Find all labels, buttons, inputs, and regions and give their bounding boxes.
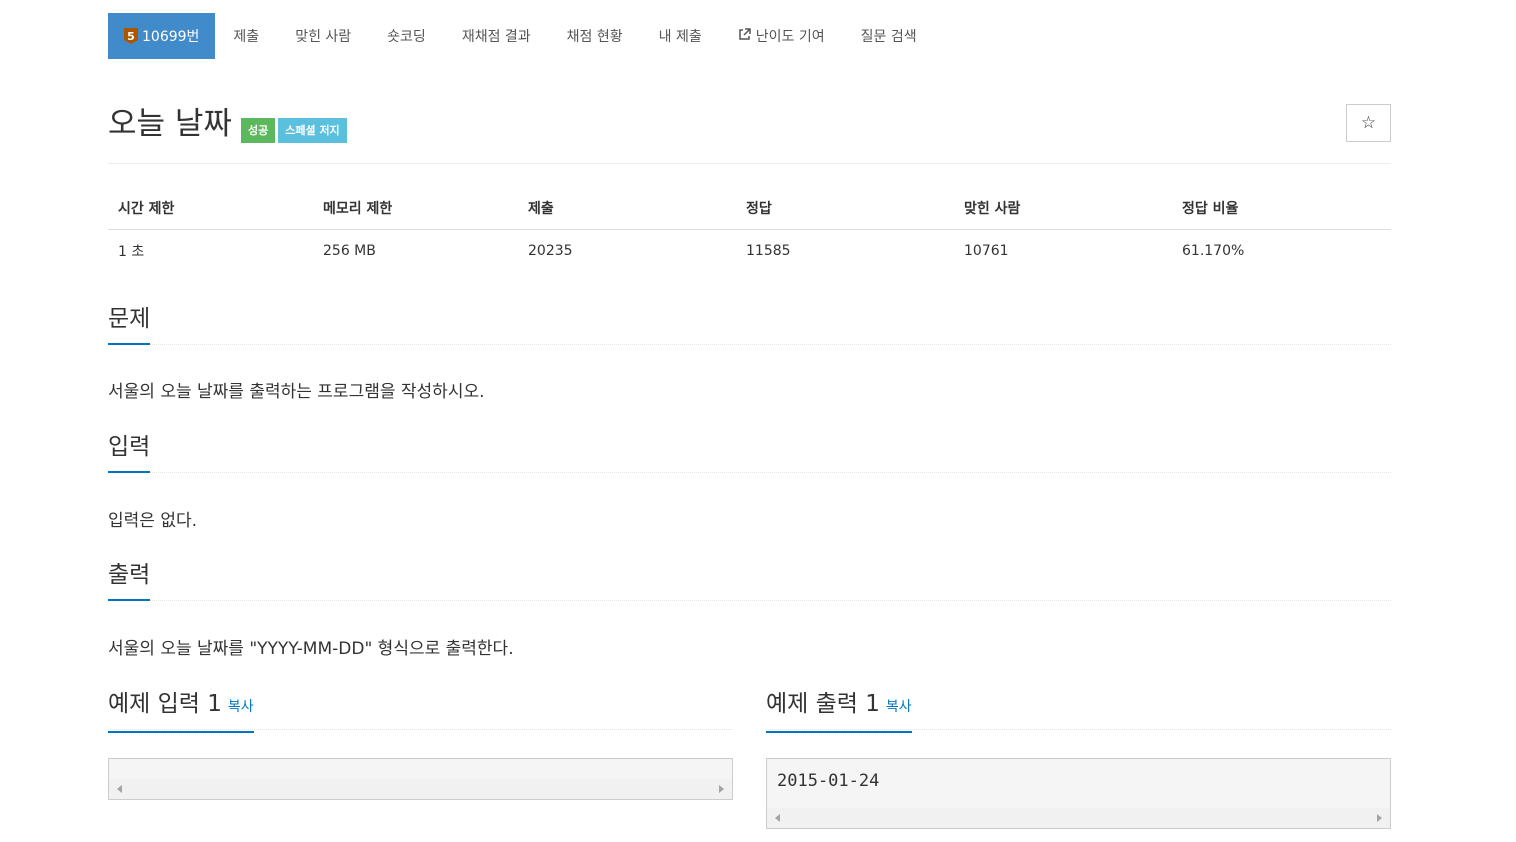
header-memory-limit: 메모리 제한 bbox=[313, 188, 518, 230]
problem-section-header: 문제 bbox=[108, 304, 1391, 345]
sample-input-box[interactable] bbox=[108, 758, 733, 800]
bronze-tier-icon: 5 bbox=[124, 28, 138, 44]
scroll-right-icon[interactable] bbox=[719, 785, 724, 793]
problem-number-label: 10699번 bbox=[142, 29, 200, 45]
problem-section-title: 문제 bbox=[108, 304, 151, 345]
value-time-limit: 1 초 bbox=[118, 244, 145, 260]
header-time-limit: 시간 제한 bbox=[108, 188, 313, 230]
sample-input-title: 예제 입력 1 복사 bbox=[108, 689, 254, 733]
copy-sample-output-button[interactable]: 복사 bbox=[886, 699, 912, 715]
nav-rejudge-results-label: 재채점 결과 bbox=[461, 29, 531, 45]
nav-short-coding[interactable]: 숏코딩 bbox=[369, 13, 444, 59]
nav-question-search[interactable]: 질문 검색 bbox=[843, 13, 935, 59]
scroll-left-icon[interactable] bbox=[775, 814, 780, 822]
value-solved-users: 10761 bbox=[964, 243, 1009, 259]
sample-output-header: 예제 출력 1 복사 bbox=[766, 689, 1391, 733]
star-icon: ☆ bbox=[1360, 113, 1377, 133]
problem-info-table: 시간 제한 메모리 제한 제출 정답 맞힌 사람 정답 비율 1 초 256 M… bbox=[108, 188, 1391, 272]
problem-description: 서울의 오늘 날짜를 출력하는 프로그램을 작성하시오. bbox=[108, 382, 485, 402]
nav-problem-number[interactable]: 5 10699번 bbox=[108, 13, 216, 59]
nav-difficulty-contribution-label: 난이도 기여 bbox=[755, 29, 825, 45]
info-header-row: 시간 제한 메모리 제한 제출 정답 맞힌 사람 정답 비율 bbox=[108, 188, 1391, 230]
problem-nav: 5 10699번 제출 맞힌 사람 숏코딩 재채점 결과 채점 현황 내 제출 … bbox=[108, 13, 935, 59]
nav-rejudge-results[interactable]: 재채점 결과 bbox=[444, 13, 549, 59]
header-submissions: 제출 bbox=[518, 188, 736, 230]
sample-output-content: 2015-01-24 bbox=[777, 771, 880, 791]
problem-labels: 성공 스페셜 저지 bbox=[241, 118, 347, 143]
scroll-right-icon[interactable] bbox=[1377, 814, 1382, 822]
sample-output-title-text: 예제 출력 1 bbox=[766, 691, 880, 717]
output-section-title: 출력 bbox=[108, 560, 151, 601]
output-description: 서울의 오늘 날짜를 "YYYY-MM-DD" 형식으로 출력한다. bbox=[108, 639, 514, 659]
value-accepted: 11585 bbox=[746, 243, 791, 259]
nav-question-search-label: 질문 검색 bbox=[860, 29, 917, 45]
nav-short-coding-label: 숏코딩 bbox=[387, 29, 426, 45]
header-accept-ratio: 정답 비율 bbox=[1172, 188, 1391, 230]
nav-judge-status[interactable]: 채점 현황 bbox=[549, 13, 641, 59]
sample-output-scrollbar[interactable] bbox=[767, 808, 1390, 828]
nav-my-submissions-label: 내 제출 bbox=[658, 29, 702, 45]
value-submissions: 20235 bbox=[528, 243, 573, 259]
value-memory-limit: 256 MB bbox=[323, 243, 376, 259]
nav-judge-status-label: 채점 현황 bbox=[566, 29, 623, 45]
input-description: 입력은 없다. bbox=[108, 511, 198, 531]
input-section-title: 입력 bbox=[108, 432, 151, 473]
problem-title: 오늘 날짜 bbox=[108, 106, 232, 142]
nav-solved-users-label: 맞힌 사람 bbox=[295, 29, 352, 45]
nav-submit[interactable]: 제출 bbox=[215, 13, 277, 59]
nav-my-submissions[interactable]: 내 제출 bbox=[641, 13, 720, 59]
sample-output-box[interactable]: 2015-01-24 bbox=[766, 758, 1391, 829]
value-accept-ratio: 61.170% bbox=[1182, 243, 1245, 259]
output-section-header: 출력 bbox=[108, 560, 1391, 601]
nav-solved-users[interactable]: 맞힌 사람 bbox=[277, 13, 369, 59]
special-judge-badge: 스페셜 저지 bbox=[278, 118, 347, 143]
favorite-star-button[interactable]: ☆ bbox=[1346, 104, 1391, 142]
sample-input-content bbox=[109, 759, 732, 779]
header-accepted: 정답 bbox=[736, 188, 954, 230]
scroll-left-icon[interactable] bbox=[117, 785, 122, 793]
input-section-header: 입력 bbox=[108, 432, 1391, 473]
copy-sample-input-button[interactable]: 복사 bbox=[228, 699, 254, 715]
info-value-row: 1 초 256 MB 20235 11585 10761 61.170% bbox=[108, 230, 1391, 273]
external-link-icon bbox=[738, 27, 751, 45]
header-solved-users: 맞힌 사람 bbox=[954, 188, 1172, 230]
title-row: 오늘 날짜 성공 스페셜 저지 ☆ bbox=[108, 104, 1391, 164]
nav-difficulty-contribution[interactable]: 난이도 기여 bbox=[720, 13, 843, 59]
sample-input-scrollbar[interactable] bbox=[109, 779, 732, 799]
nav-submit-label: 제출 bbox=[233, 29, 260, 45]
success-badge: 성공 bbox=[241, 118, 276, 143]
sample-input-header: 예제 입력 1 복사 bbox=[108, 689, 733, 733]
sample-output-title: 예제 출력 1 복사 bbox=[766, 689, 912, 733]
sample-input-title-text: 예제 입력 1 bbox=[108, 691, 222, 717]
